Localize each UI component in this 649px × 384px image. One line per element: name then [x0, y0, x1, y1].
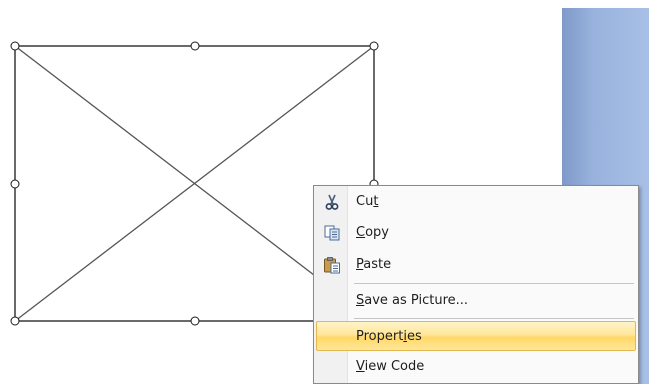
paste-icon [324, 257, 340, 274]
resize-handle-top[interactable] [190, 41, 200, 51]
menu-item-save-as-picture[interactable]: Save as Picture... [316, 286, 636, 316]
menu-separator [354, 318, 634, 319]
menu-item-view-code-label: View Code [356, 359, 425, 374]
menu-item-copy[interactable]: Copy [316, 218, 636, 248]
resize-handle-top-right[interactable] [369, 41, 379, 51]
menu-item-cut-label: Cut [356, 194, 379, 209]
resize-handle-left[interactable] [10, 179, 20, 189]
scissors-icon [325, 194, 339, 210]
menu-item-save-as-picture-label: Save as Picture... [356, 293, 469, 308]
menu-item-view-code[interactable]: View Code [316, 352, 636, 382]
menu-item-properties-label: Properties [356, 329, 422, 344]
menu-item-paste[interactable]: Paste [316, 250, 636, 280]
resize-handle-bottom-left[interactable] [10, 316, 20, 326]
copy-icon [324, 225, 340, 241]
menu-item-paste-label: Paste [356, 257, 392, 272]
menu-item-properties[interactable]: Properties [316, 321, 636, 351]
resize-handle-top-left[interactable] [10, 41, 20, 51]
menu-item-cut[interactable]: Cut [316, 187, 636, 217]
menu-separator [354, 283, 634, 284]
context-menu: Cut Copy Paste Save as Picture... Proper… [313, 185, 639, 384]
resize-handle-bottom[interactable] [190, 316, 200, 326]
document-canvas: Cut Copy Paste Save as Picture... Proper… [0, 0, 649, 384]
menu-item-copy-label: Copy [356, 225, 389, 240]
